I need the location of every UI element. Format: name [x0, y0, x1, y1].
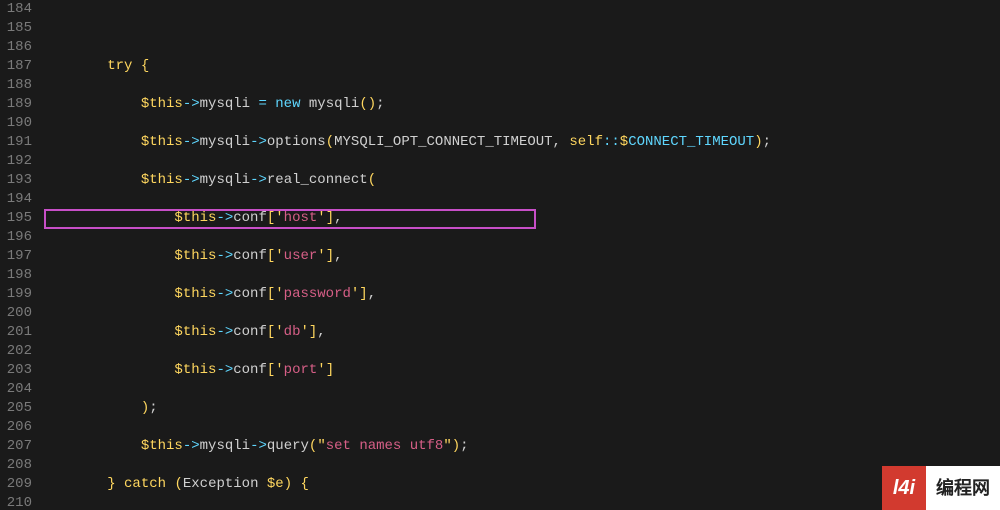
line-number: 206	[4, 418, 32, 437]
code-line: $this->mysqli->query("set names utf8");	[40, 437, 1000, 456]
code-editor[interactable]: 184 185 186 187 188 189 190 191 192 193 …	[0, 0, 1000, 510]
line-number: 203	[4, 361, 32, 380]
line-number: 197	[4, 247, 32, 266]
line-number: 199	[4, 285, 32, 304]
code-line: try {	[40, 57, 1000, 76]
line-number: 202	[4, 342, 32, 361]
code-area[interactable]: try { $this->mysqli = new mysqli(); $thi…	[40, 0, 1000, 510]
line-number: 209	[4, 475, 32, 494]
code-line: $this->conf['port']	[40, 361, 1000, 380]
code-line: $this->mysqli->options(MYSQLI_OPT_CONNEC…	[40, 133, 1000, 152]
line-number: 191	[4, 133, 32, 152]
code-line: $this->conf['user'],	[40, 247, 1000, 266]
logo-icon: l4i	[882, 466, 926, 510]
code-line	[40, 19, 1000, 38]
line-number: 201	[4, 323, 32, 342]
line-number: 205	[4, 399, 32, 418]
code-line: $this->conf['host'],	[40, 209, 1000, 228]
logo-text: 编程网	[926, 466, 1000, 510]
code-line: $this->conf['password'],	[40, 285, 1000, 304]
line-number: 186	[4, 38, 32, 57]
code-line: $this->mysqli = new mysqli();	[40, 95, 1000, 114]
watermark-logo: l4i 编程网	[882, 466, 1000, 510]
line-number: 190	[4, 114, 32, 133]
line-number: 192	[4, 152, 32, 171]
code-line: );	[40, 399, 1000, 418]
line-number: 184	[4, 0, 32, 19]
line-number: 187	[4, 57, 32, 76]
line-number: 198	[4, 266, 32, 285]
line-number: 210	[4, 494, 32, 510]
code-line: } catch (Exception $e) {	[40, 475, 1000, 494]
line-number: 185	[4, 19, 32, 38]
line-number: 195	[4, 209, 32, 228]
line-number: 200	[4, 304, 32, 323]
line-number: 189	[4, 95, 32, 114]
line-number: 188	[4, 76, 32, 95]
code-line: $this->mysqli->real_connect(	[40, 171, 1000, 190]
line-number: 194	[4, 190, 32, 209]
line-number: 204	[4, 380, 32, 399]
line-number: 208	[4, 456, 32, 475]
code-line: $this->conf['db'],	[40, 323, 1000, 342]
line-number: 193	[4, 171, 32, 190]
line-number-gutter: 184 185 186 187 188 189 190 191 192 193 …	[0, 0, 40, 510]
line-number: 196	[4, 228, 32, 247]
line-number: 207	[4, 437, 32, 456]
